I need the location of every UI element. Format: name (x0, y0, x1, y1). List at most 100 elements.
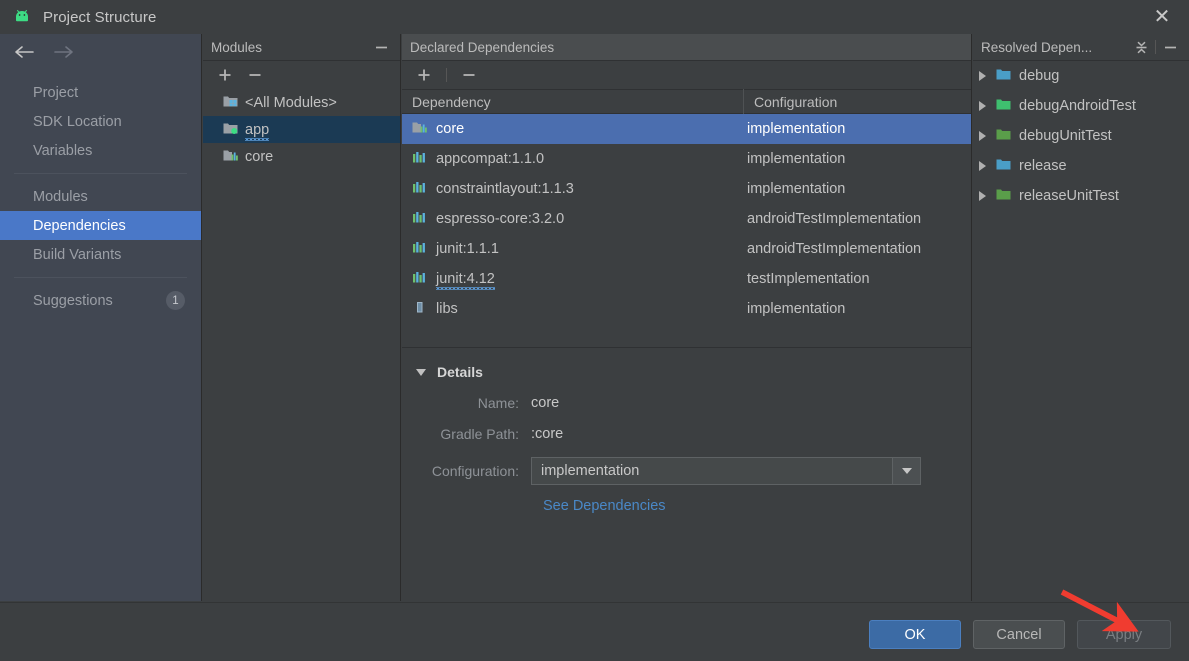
cancel-button[interactable]: Cancel (973, 620, 1065, 649)
resolved-row-label: releaseUnitTest (1019, 188, 1119, 204)
see-dependencies-link[interactable]: See Dependencies (543, 498, 971, 514)
table-row[interactable]: junit:1.1.1 androidTestImplementation (402, 234, 971, 264)
resolved-dependencies-panel: Resolved Depen... debug debugAndroidTest… (973, 34, 1189, 601)
library-icon (412, 150, 427, 168)
triangle-right-icon[interactable] (979, 131, 986, 141)
settings-sidebar: Project SDK Location Variables Modules D… (0, 34, 202, 601)
resolved-row-debug[interactable]: debug (973, 61, 1189, 91)
window-title: Project Structure (43, 8, 157, 26)
minimize-icon[interactable] (1159, 36, 1181, 58)
table-row[interactable]: constraintlayout:1.1.3 implementation (402, 174, 971, 204)
sidebar-item-label: Project (33, 84, 79, 101)
library-icon (412, 180, 427, 198)
resolved-row-releaseunittest[interactable]: releaseUnitTest (973, 181, 1189, 211)
resolved-dependencies-title: Resolved Depen... (981, 39, 1093, 55)
minus-icon[interactable] (244, 64, 266, 86)
sidebar-item-label: Modules (33, 188, 88, 205)
library-module-icon (223, 148, 238, 166)
sidebar-item-label: Build Variants (33, 246, 122, 263)
resolved-row-debugunittest[interactable]: debugUnitTest (973, 121, 1189, 151)
all-modules-icon (223, 94, 238, 112)
sidebar-item-modules[interactable]: Modules (0, 182, 201, 211)
sidebar-item-dependencies[interactable]: Dependencies (0, 211, 201, 240)
sidebar-item-label: Suggestions (33, 292, 113, 309)
triangle-right-icon[interactable] (979, 101, 986, 111)
dependency-name: espresso-core:3.2.0 (436, 211, 565, 227)
dependency-name: junit:4.12 (436, 271, 495, 290)
dependency-configuration: implementation (747, 301, 846, 317)
collapse-all-icon[interactable] (1130, 36, 1152, 58)
arrow-left-icon[interactable] (10, 40, 38, 64)
table-row[interactable]: appcompat:1.1.0 implementation (402, 144, 971, 174)
minimize-icon[interactable] (370, 36, 392, 58)
details-header[interactable]: Details (416, 364, 971, 380)
sidebar-item-label: Dependencies (33, 217, 126, 234)
dependency-configuration: androidTestImplementation (747, 241, 922, 257)
dependency-configuration: implementation (747, 121, 846, 137)
plus-icon[interactable] (413, 64, 435, 86)
column-header-configuration[interactable]: Configuration (744, 89, 971, 114)
module-row-core[interactable]: core (203, 143, 400, 170)
dependency-name: constraintlayout:1.1.3 (436, 181, 574, 197)
folder-blue-icon (996, 158, 1011, 175)
triangle-right-icon[interactable] (979, 71, 986, 81)
sidebar-divider (14, 173, 187, 174)
triangle-right-icon[interactable] (979, 161, 986, 171)
minus-icon[interactable] (458, 64, 480, 86)
header-divider (1155, 40, 1156, 54)
resolved-row-debugandroidtest[interactable]: debugAndroidTest (973, 91, 1189, 121)
library-icon (412, 210, 427, 228)
dependency-name: core (436, 121, 465, 137)
dependency-configuration: implementation (747, 151, 846, 167)
close-icon[interactable]: ✕ (1149, 4, 1175, 30)
suggestions-badge: 1 (166, 291, 185, 310)
table-row[interactable]: core implementation (402, 114, 971, 144)
table-row[interactable]: libs implementation (402, 294, 971, 324)
dependency-configuration: implementation (747, 181, 846, 197)
apply-button[interactable]: Apply (1077, 620, 1171, 649)
declared-dependencies-toolbar (402, 61, 971, 89)
dialog-button-bar: OK Cancel Apply (0, 602, 1189, 661)
module-row-app[interactable]: app (203, 116, 400, 143)
sidebar-item-variables[interactable]: Variables (0, 136, 201, 165)
sidebar-item-project[interactable]: Project (0, 78, 201, 107)
declared-dependencies-title: Declared Dependencies (410, 39, 555, 55)
sidebar-item-label: Variables (33, 142, 93, 159)
details-name-value: core (531, 395, 560, 411)
declared-dependencies-panel: Declared Dependencies Dependency Configu… (402, 34, 972, 601)
android-icon (12, 8, 32, 26)
sidebar-item-sdk-location[interactable]: SDK Location (0, 107, 201, 136)
details-name-label: Name: (477, 395, 519, 411)
configuration-dropdown[interactable]: implementation (531, 457, 921, 485)
declared-dependencies-header: Declared Dependencies (402, 34, 971, 61)
library-icon (412, 240, 427, 258)
ok-button[interactable]: OK (869, 620, 961, 649)
resolved-dependencies-header: Resolved Depen... (973, 34, 1189, 61)
column-header-dependency[interactable]: Dependency (402, 89, 744, 114)
folder-blue-icon (996, 68, 1011, 85)
title-bar: Project Structure ✕ (0, 0, 1189, 34)
chevron-down-icon[interactable] (892, 458, 920, 484)
dependency-table-header: Dependency Configuration (402, 89, 971, 114)
table-row[interactable]: junit:4.12 testImplementation (402, 264, 971, 294)
details-gradle-path-label: Gradle Path: (440, 426, 519, 442)
navigation-controls (0, 34, 201, 70)
plus-icon[interactable] (214, 64, 236, 86)
dependency-name: libs (436, 301, 458, 317)
details-gradle-path-value: :core (531, 426, 564, 442)
resolved-row-label: debugUnitTest (1019, 128, 1112, 144)
dependency-configuration: testImplementation (747, 271, 870, 287)
details-title: Details (437, 364, 483, 380)
sidebar-item-build-variants[interactable]: Build Variants (0, 240, 201, 269)
resolved-row-label: release (1019, 158, 1067, 174)
folder-green-icon (996, 98, 1011, 115)
table-row[interactable]: espresso-core:3.2.0 androidTestImplement… (402, 204, 971, 234)
triangle-right-icon[interactable] (979, 191, 986, 201)
sidebar-item-suggestions[interactable]: Suggestions 1 (0, 286, 201, 315)
sidebar-item-label: SDK Location (33, 113, 122, 130)
modules-panel-header: Modules (203, 34, 400, 61)
arrow-right-icon[interactable] (50, 40, 78, 64)
module-row-all-modules[interactable]: <All Modules> (203, 89, 400, 116)
resolved-row-release[interactable]: release (973, 151, 1189, 181)
dependency-name: appcompat:1.1.0 (436, 151, 545, 167)
